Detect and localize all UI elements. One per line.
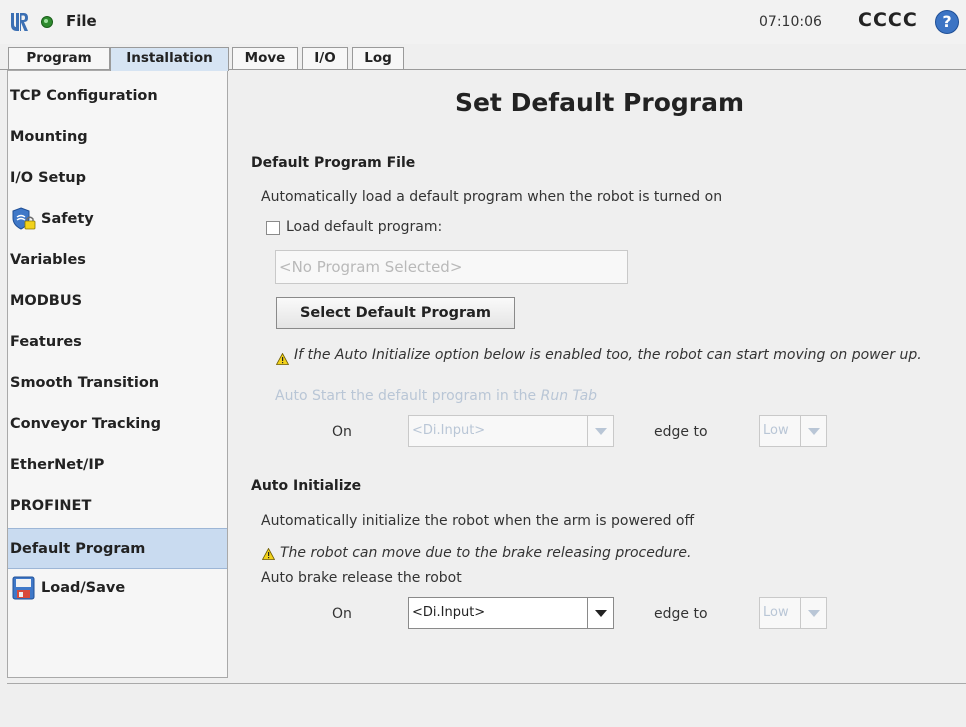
tab-log[interactable]: Log: [352, 47, 404, 70]
clock: 07:10:06: [759, 14, 822, 30]
auto-start-label: Auto Start the default program in the Ru…: [275, 388, 598, 404]
sidebar-item-mounting[interactable]: Mounting: [8, 117, 227, 158]
tab-installation[interactable]: Installation: [110, 47, 229, 71]
top-bar: File 07:10:06 CCCC ?: [0, 0, 966, 44]
sidebar-item-label: Load/Save: [41, 580, 126, 596]
default-program-file-heading: Default Program File: [251, 155, 416, 171]
sidebar-item-profinet[interactable]: PROFINET: [8, 486, 227, 527]
sidebar-item-conveyor-tracking[interactable]: Conveyor Tracking: [8, 404, 227, 445]
sidebar-item-tcp-configuration[interactable]: TCP Configuration: [8, 76, 227, 117]
sidebar-item-variables[interactable]: Variables: [8, 240, 227, 281]
chevron-down-icon: [587, 598, 613, 628]
sidebar-item-ethernet-ip[interactable]: EtherNet/IP: [8, 445, 227, 486]
chevron-down-icon: [800, 416, 826, 446]
brake-on-label: On: [332, 606, 352, 622]
sidebar-item-io-setup[interactable]: I/O Setup: [8, 158, 227, 199]
sidebar-item-label: Safety: [41, 211, 94, 227]
brake-release-warning: The robot can move due to the brake rele…: [280, 545, 692, 561]
tab-program[interactable]: Program: [8, 47, 110, 70]
brake-input-dropdown[interactable]: <Di.Input>: [408, 597, 614, 629]
auto-initialize-warning: If the Auto Initialize option below is e…: [294, 347, 922, 363]
tab-io[interactable]: I/O: [302, 47, 348, 70]
load-default-program-label: Load default program:: [286, 219, 443, 235]
auto-initialize-description: Automatically initialize the robot when …: [261, 513, 695, 529]
installation-sidebar: TCP Configuration Mounting I/O Setup Saf…: [7, 70, 228, 678]
default-program-field: <No Program Selected>: [275, 250, 628, 284]
help-icon[interactable]: ?: [935, 10, 959, 34]
auto-start-edge-label: edge to: [654, 424, 708, 440]
footer-divider: [7, 683, 966, 684]
brake-edge-dropdown[interactable]: Low: [759, 597, 827, 629]
sidebar-item-load-save[interactable]: Load/Save: [8, 568, 227, 609]
auto-brake-release-label: Auto brake release the robot: [261, 570, 462, 586]
ur-logo-icon: [11, 13, 28, 31]
robot-status-icon: [41, 16, 53, 28]
warning-icon: [262, 548, 275, 560]
file-menu[interactable]: File: [66, 12, 97, 30]
auto-start-edge-dropdown[interactable]: Low: [759, 415, 827, 447]
sidebar-item-features[interactable]: Features: [8, 322, 227, 363]
sidebar-item-safety[interactable]: Safety: [8, 199, 227, 240]
default-program-description: Automatically load a default program whe…: [261, 189, 723, 205]
chevron-down-icon: [587, 416, 613, 446]
load-default-program-checkbox[interactable]: [266, 221, 280, 235]
page-title: Set Default Program: [454, 88, 745, 117]
auto-initialize-heading: Auto Initialize: [251, 478, 362, 494]
tab-move[interactable]: Move: [232, 47, 298, 70]
warning-icon: [276, 353, 289, 365]
sidebar-item-modbus[interactable]: MODBUS: [8, 281, 227, 322]
chevron-down-icon: [800, 598, 826, 628]
robot-name: CCCC: [858, 9, 918, 31]
main-tab-bar: Program Installation Move I/O Log: [0, 44, 966, 71]
sidebar-item-smooth-transition[interactable]: Smooth Transition: [8, 363, 227, 404]
safety-shield-lock-icon: [12, 207, 36, 230]
floppy-disk-icon: [12, 576, 35, 600]
auto-start-input-dropdown[interactable]: <Di.Input>: [408, 415, 614, 447]
select-default-program-button[interactable]: Select Default Program: [276, 297, 515, 329]
brake-edge-label: edge to: [654, 606, 708, 622]
sidebar-item-default-program[interactable]: Default Program: [8, 528, 227, 569]
auto-start-on-label: On: [332, 424, 352, 440]
